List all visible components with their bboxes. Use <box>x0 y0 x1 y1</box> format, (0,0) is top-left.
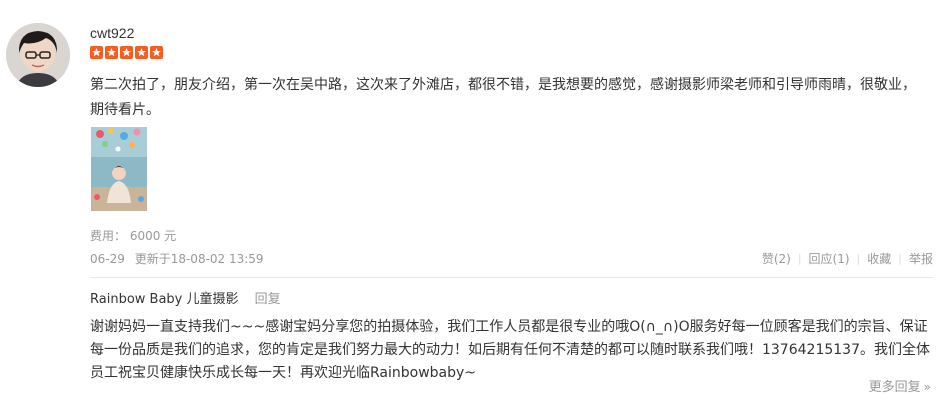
favorite-button[interactable]: 收藏 <box>867 251 891 267</box>
star-icon <box>120 46 133 59</box>
reply-button[interactable]: 回复 <box>255 292 281 307</box>
merchant-reply-text: 谢谢妈妈一直支持我们~~~感谢宝妈分享您的拍摄体验，我们工作人员都是很专业的哦O… <box>90 319 930 381</box>
star-icon <box>90 46 103 59</box>
like-button[interactable]: 赞(2) <box>762 251 791 267</box>
user-avatar[interactable] <box>6 23 70 87</box>
cost-value: 6000 元 <box>129 229 177 243</box>
more-replies-link[interactable]: 更多回复» <box>869 378 931 397</box>
divider: | <box>856 252 861 265</box>
merchant-reply-header: Rainbow Baby 儿童摄影 回复 <box>90 291 281 309</box>
review-date: 06-29 <box>90 252 125 266</box>
divider: | <box>898 252 902 265</box>
review-actions: 赞(2) | 回应(1) | 收藏 | 举报 <box>762 251 933 267</box>
star-icon <box>105 46 118 59</box>
report-button[interactable]: 举报 <box>909 251 933 267</box>
star-icon <box>135 46 148 59</box>
divider: | <box>797 252 802 265</box>
section-divider <box>90 277 933 278</box>
cost-info: 费用： 6000 元 <box>90 228 176 244</box>
star-rating <box>90 46 163 59</box>
star-icon <box>150 46 163 59</box>
review-text: 第二次拍了，朋友介绍，第一次在吴中路，这次来了外滩店，都很不错，是我想要的感觉，… <box>90 77 916 118</box>
updated-time: 更新于18-08-02 13:59 <box>134 252 264 266</box>
review-photo-thumbnail[interactable] <box>91 127 147 211</box>
cost-label: 费用： <box>90 229 127 243</box>
more-replies-label: 更多回复 <box>868 380 921 395</box>
reply-count-button[interactable]: 回应(1) <box>809 251 850 267</box>
chevron-right-icon: » <box>923 380 931 394</box>
username[interactable]: cwt922 <box>90 24 134 42</box>
review-meta: 06-29 更新于18-08-02 13:59 <box>90 251 264 267</box>
merchant-name[interactable]: Rainbow Baby 儿童摄影 <box>90 292 239 307</box>
